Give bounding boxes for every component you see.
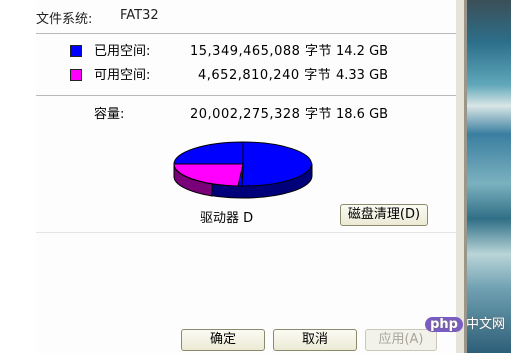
- free-space-gb: 4.33 GB: [336, 68, 389, 83]
- filesystem-label: 文件系统:: [36, 12, 93, 27]
- cancel-button[interactable]: 取消: [273, 329, 357, 351]
- used-space-gb: 14.2 GB: [336, 44, 389, 59]
- free-color-swatch: [70, 69, 82, 81]
- used-color-swatch: [70, 45, 82, 57]
- divider-top: [36, 33, 456, 34]
- drive-label: 驱动器 D: [200, 211, 254, 226]
- divider-middle: [36, 95, 456, 96]
- filesystem-row: 文件系统: FAT32: [36, 8, 159, 27]
- used-space-bytes: 15,349,465,088 字节: [190, 44, 333, 59]
- used-space-row: 已用空间: 15,349,465,088 字节 14.2 GB: [36, 43, 456, 61]
- divider-bottom: [36, 232, 456, 233]
- capacity-label: 容量:: [94, 107, 125, 122]
- free-space-bytes: 4,652,810,240 字节: [198, 68, 332, 83]
- disk-usage-pie-chart: [173, 141, 313, 199]
- window-frame-shadow: [464, 0, 467, 353]
- ok-button[interactable]: 确定: [181, 329, 265, 351]
- site-watermark: php 中文网: [425, 313, 505, 332]
- capacity-bytes: 20,002,275,328 字节: [190, 107, 333, 122]
- capacity-row: 容量: 20,002,275,328 字节 18.6 GB: [36, 106, 456, 124]
- disk-cleanup-button[interactable]: 磁盘清理(D): [340, 204, 428, 226]
- capacity-gb: 18.6 GB: [336, 107, 389, 122]
- window-frame-edge: [456, 0, 464, 353]
- free-space-label: 可用空间:: [94, 68, 151, 83]
- filesystem-value: FAT32: [120, 8, 159, 23]
- used-space-label: 已用空间:: [94, 44, 151, 59]
- apply-button[interactable]: 应用(A): [365, 329, 437, 351]
- watermark-text: 中文网: [465, 317, 505, 332]
- free-space-row: 可用空间: 4,652,810,240 字节 4.33 GB: [36, 67, 456, 85]
- watermark-logo: php: [425, 317, 463, 332]
- desktop-background: [456, 0, 511, 353]
